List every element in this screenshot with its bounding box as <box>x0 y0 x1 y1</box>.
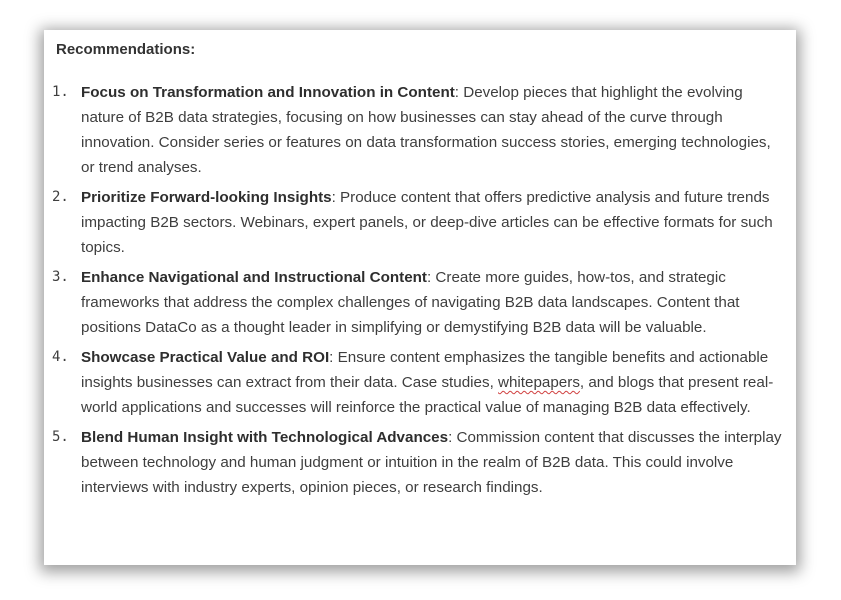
list-item: 3. Enhance Navigational and Instructiona… <box>44 265 796 340</box>
list-item-title: Enhance Navigational and Instructional C… <box>81 269 427 286</box>
list-item-title: Showcase Practical Value and ROI <box>81 349 330 366</box>
list-item-number: 2. <box>52 189 69 205</box>
spellcheck-flagged-word[interactable]: whitepapers <box>498 374 580 391</box>
list-item-title: Blend Human Insight with Technological A… <box>81 429 449 446</box>
list-item: 2. Prioritize Forward-looking Insights: … <box>44 185 796 260</box>
list-item-number: 5. <box>52 429 69 445</box>
list-item-number: 1. <box>52 84 69 100</box>
list-item: 4. Showcase Practical Value and ROI: Ens… <box>44 345 796 420</box>
list-item-number: 4. <box>52 349 69 365</box>
list-item: 5. Blend Human Insight with Technologica… <box>44 425 796 500</box>
list-item: 1. Focus on Transformation and Innovatio… <box>44 80 796 180</box>
recommendations-list: 1. Focus on Transformation and Innovatio… <box>44 80 796 505</box>
list-item-number: 3. <box>52 269 69 285</box>
recommendations-heading: Recommendations: <box>56 41 196 58</box>
list-item-title: Focus on Transformation and Innovation i… <box>81 84 455 101</box>
recommendations-card: Recommendations: 1. Focus on Transformat… <box>44 30 796 565</box>
list-item-title: Prioritize Forward-looking Insights <box>81 189 332 206</box>
